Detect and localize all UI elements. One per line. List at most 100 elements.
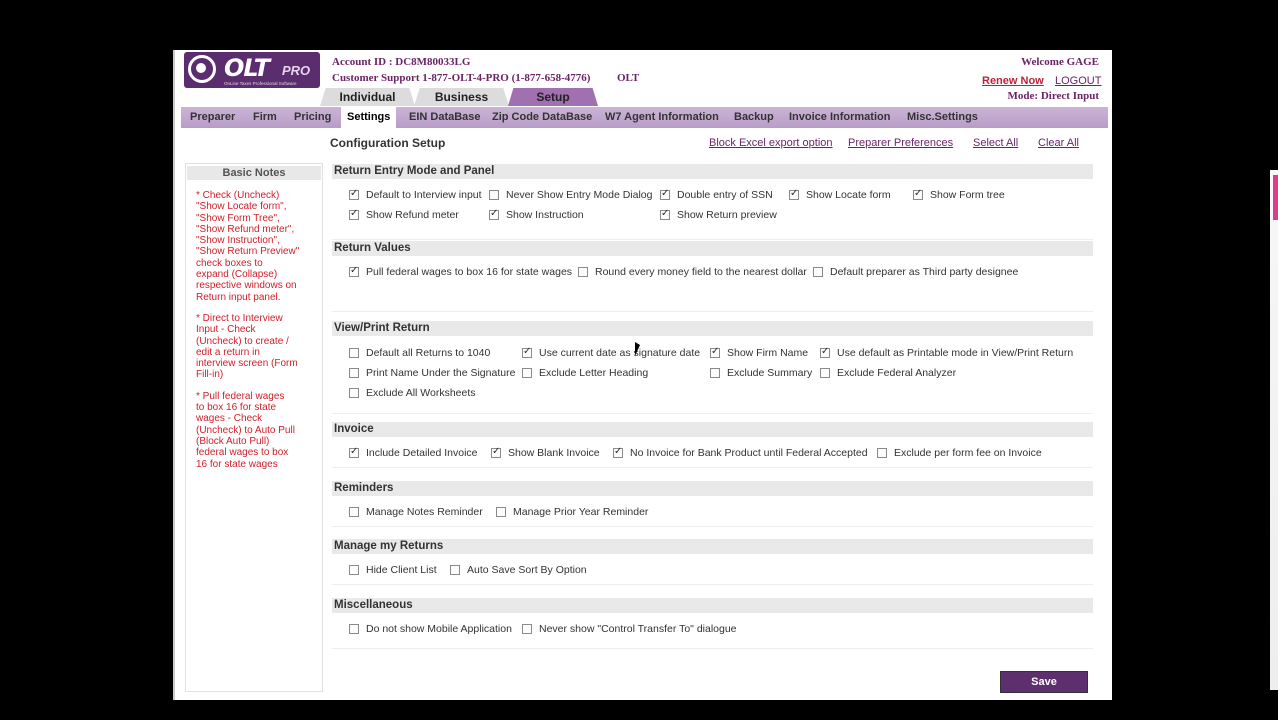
option-label: Exclude per form fee on Invoice (894, 447, 1042, 459)
option-default-preparer-designee[interactable]: Default preparer as Third party designee (813, 266, 1018, 278)
customer-support: Customer Support 1-877-OLT-4-PRO (1-877-… (332, 72, 591, 84)
checkbox[interactable] (913, 188, 923, 200)
brand-label: OLT (617, 72, 640, 84)
logo-swirl-icon (188, 55, 216, 83)
renew-now-link[interactable]: Renew Now (982, 75, 1044, 87)
tab-individual[interactable]: Individual (320, 88, 415, 106)
option-label: Manage Notes Reminder (366, 506, 483, 518)
subtab-firm[interactable]: Firm (253, 107, 277, 128)
option-show-blank-invoice[interactable]: Show Blank Invoice (491, 446, 600, 459)
checkbox[interactable] (522, 624, 532, 634)
option-auto-save-sort[interactable]: Auto Save Sort By Option (450, 564, 587, 576)
checkbox[interactable] (349, 624, 359, 634)
clear-all-link[interactable]: Clear All (1038, 137, 1079, 149)
option-print-name-signature[interactable]: Print Name Under the Signature (349, 367, 515, 379)
save-button[interactable]: Save (1000, 671, 1088, 693)
section-miscellaneous: Miscellaneous Do not show Mobile Applica… (332, 598, 1093, 649)
subtab-backup[interactable]: Backup (734, 107, 774, 128)
option-default-interview[interactable]: Default to Interview input (349, 188, 482, 201)
checkbox[interactable] (349, 265, 359, 277)
checkbox[interactable] (349, 348, 359, 358)
block-excel-export-link[interactable]: Block Excel export option (709, 137, 833, 149)
option-pull-federal-wages[interactable]: Pull federal wages to box 16 for state w… (349, 265, 572, 278)
option-exclude-federal-analyzer[interactable]: Exclude Federal Analyzer (820, 367, 956, 379)
checkbox[interactable] (450, 565, 460, 575)
logout-link[interactable]: LOGOUT (1055, 75, 1101, 87)
option-exclude-letter-heading[interactable]: Exclude Letter Heading (522, 367, 648, 379)
option-show-firm-name[interactable]: Show Firm Name (710, 346, 808, 359)
checkbox[interactable] (820, 368, 830, 378)
option-exclude-summary[interactable]: Exclude Summary (710, 367, 812, 379)
option-label: Auto Save Sort By Option (467, 564, 587, 576)
option-manage-prior-year-reminder[interactable]: Manage Prior Year Reminder (496, 506, 648, 518)
checkbox[interactable] (877, 448, 887, 458)
checkbox[interactable] (349, 368, 359, 378)
option-hide-mobile-app[interactable]: Do not show Mobile Application (349, 623, 512, 635)
checkbox[interactable] (349, 507, 359, 517)
option-default-1040[interactable]: Default all Returns to 1040 (349, 347, 490, 359)
option-current-date-signature[interactable]: Use current date as signature date (522, 346, 700, 359)
option-show-locate-form[interactable]: Show Locate form (789, 188, 891, 201)
option-label: Round every money field to the nearest d… (595, 266, 807, 278)
subtab-ein-database[interactable]: EIN DataBase (409, 107, 481, 128)
checkbox[interactable] (491, 446, 501, 458)
preparer-preferences-link[interactable]: Preparer Preferences (848, 137, 953, 149)
checkbox[interactable] (710, 346, 720, 358)
subtab-settings[interactable]: Settings (341, 107, 397, 128)
checkbox[interactable] (710, 368, 720, 378)
option-exclude-all-worksheets[interactable]: Exclude All Worksheets (349, 387, 476, 399)
tab-business[interactable]: Business (414, 88, 509, 106)
option-exclude-per-form-fee[interactable]: Exclude per form fee on Invoice (877, 447, 1042, 459)
checkbox[interactable] (349, 188, 359, 200)
subtab-preparer[interactable]: Preparer (190, 107, 235, 128)
option-label: Exclude Summary (727, 367, 813, 379)
option-double-entry-ssn[interactable]: Double entry of SSN (660, 188, 773, 201)
option-show-return-preview[interactable]: Show Return preview (660, 208, 777, 221)
option-label: Default all Returns to 1040 (366, 347, 491, 359)
option-label: Double entry of SSN (677, 189, 773, 201)
checkbox[interactable] (349, 388, 359, 398)
subtab-zip-code-database[interactable]: Zip Code DataBase (492, 107, 592, 128)
option-no-invoice-bank-product[interactable]: No Invoice for Bank Product until Federa… (613, 446, 868, 459)
subtab-invoice-information[interactable]: Invoice Information (789, 107, 890, 128)
checkbox[interactable] (522, 368, 532, 378)
page-title: Configuration Setup (330, 136, 446, 150)
option-label: Show Return preview (677, 209, 777, 221)
option-manage-notes-reminder[interactable]: Manage Notes Reminder (349, 506, 483, 518)
checkbox[interactable] (349, 446, 359, 458)
tab-setup[interactable]: Setup (508, 88, 598, 106)
option-label: Default preparer as Third party designee (830, 266, 1019, 278)
logo-text: OLT (224, 54, 270, 82)
section-title: Return Entry Mode and Panel (332, 164, 1093, 179)
option-label: Exclude All Worksheets (366, 387, 476, 399)
option-hide-client-list[interactable]: Hide Client List (349, 564, 437, 576)
subtab-pricing[interactable]: Pricing (294, 107, 331, 128)
checkbox[interactable] (489, 208, 499, 220)
checkbox[interactable] (813, 267, 823, 277)
subtab-w7-agent-information[interactable]: W7 Agent Information (605, 107, 719, 128)
option-show-refund-meter[interactable]: Show Refund meter (349, 208, 459, 221)
option-label: No Invoice for Bank Product until Federa… (630, 447, 868, 459)
checkbox[interactable] (496, 507, 506, 517)
option-never-show-control-transfer[interactable]: Never show "Control Transfer To" dialogu… (522, 623, 737, 635)
checkbox[interactable] (349, 565, 359, 575)
option-never-show-entry-dialog[interactable]: Never Show Entry Mode Dialog (489, 189, 652, 201)
checkbox[interactable] (660, 208, 670, 220)
section-title: Manage my Returns (332, 539, 1093, 554)
checkbox[interactable] (489, 190, 499, 200)
option-show-instruction[interactable]: Show Instruction (489, 208, 584, 221)
checkbox[interactable] (789, 188, 799, 200)
checkbox[interactable] (613, 446, 623, 458)
checkbox[interactable] (578, 267, 588, 277)
option-show-form-tree[interactable]: Show Form tree (913, 188, 1005, 201)
option-include-detailed-invoice[interactable]: Include Detailed Invoice (349, 446, 478, 459)
select-all-link[interactable]: Select All (973, 137, 1018, 149)
checkbox[interactable] (349, 208, 359, 220)
option-label: Show Locate form (806, 189, 891, 201)
subtab-misc-settings[interactable]: Misc.Settings (907, 107, 978, 128)
option-round-money-field[interactable]: Round every money field to the nearest d… (578, 266, 807, 278)
checkbox[interactable] (820, 346, 830, 358)
checkbox[interactable] (660, 188, 670, 200)
option-printable-mode[interactable]: Use default as Printable mode in View/Pr… (820, 346, 1073, 359)
checkbox[interactable] (522, 346, 532, 358)
